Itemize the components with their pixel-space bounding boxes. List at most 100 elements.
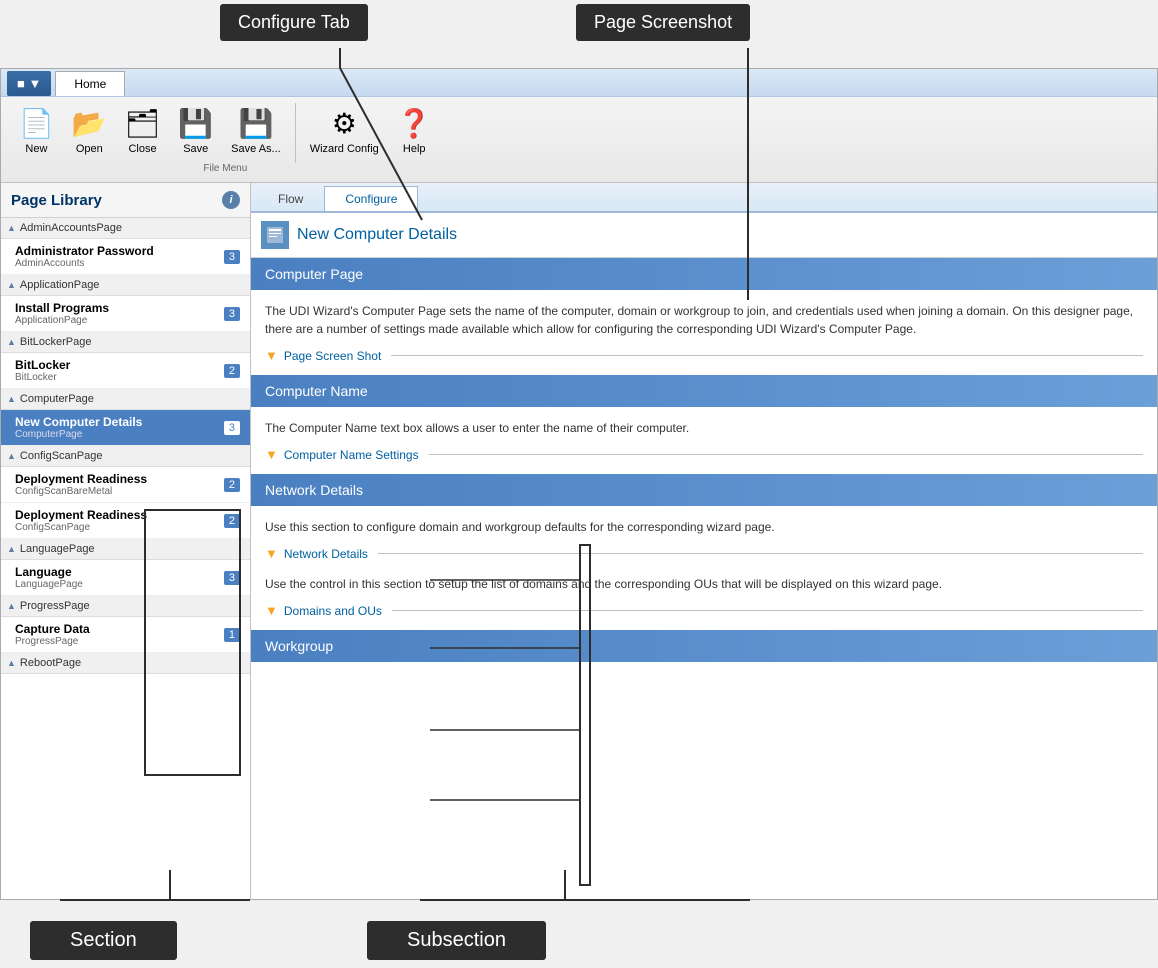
chevron-icon: ▲	[7, 658, 16, 668]
wizard-config-icon: ⚙	[332, 107, 357, 140]
subsection-line	[378, 553, 1143, 554]
group-name: ConfigScanPage	[20, 450, 103, 462]
sidebar-item-capturedata[interactable]: Capture Data ProgressPage 1	[1, 617, 250, 653]
group-name: ProgressPage	[20, 600, 90, 612]
item-badge: 2	[224, 364, 240, 378]
chevron-icon: ▲	[7, 394, 16, 404]
help-button[interactable]: ❓ Help	[389, 103, 440, 163]
sidebar-item-adminpassword[interactable]: Administrator Password AdminAccounts 3	[1, 239, 250, 275]
open-button[interactable]: 📂 Open	[64, 103, 115, 163]
save-as-button[interactable]: 💾 Save As...	[223, 103, 289, 163]
close-label: Close	[128, 143, 156, 155]
close-icon: 🗂	[125, 107, 161, 140]
sidebar-group-applicationpage[interactable]: ▲ ApplicationPage	[1, 275, 250, 296]
chevron-icon: ▲	[7, 223, 16, 233]
page-screenshot-annotation: Page Screenshot	[576, 4, 750, 41]
ribbon-menu-button[interactable]: ■ ▼	[7, 71, 51, 96]
item-name: Language	[15, 565, 83, 579]
chevron-down-icon: ▼	[265, 546, 278, 561]
computer-name-text: The Computer Name text box allows a user…	[265, 419, 1143, 437]
item-badge: 3	[224, 250, 240, 264]
computer-page-text: The UDI Wizard's Computer Page sets the …	[265, 302, 1143, 338]
ribbon: ■ ▼ Home 📄 New 📂 Open 🗂	[1, 69, 1157, 183]
subsection-computer-name-settings[interactable]: ▼ Computer Name Settings	[265, 447, 1143, 462]
section-computer-name-header: Computer Name	[251, 375, 1157, 407]
content-panel: Flow Configure New Computer Details	[251, 183, 1157, 899]
sidebar-item-deploymentreadiness1[interactable]: Deployment Readiness ConfigScanBareMetal…	[1, 467, 250, 503]
ribbon-file-group: 📄 New 📂 Open 🗂 Close 💾 Save	[11, 103, 440, 176]
sidebar-item-language[interactable]: Language LanguagePage 3	[1, 560, 250, 596]
sidebar-scroll[interactable]: ▲ AdminAccountsPage Administrator Passwo…	[1, 218, 250, 899]
sidebar-group-languagepage[interactable]: ▲ LanguagePage	[1, 539, 250, 560]
content-tabs: Flow Configure	[251, 183, 1157, 213]
sidebar-group-progresspage[interactable]: ▲ ProgressPage	[1, 596, 250, 617]
sidebar-item-installprograms[interactable]: Install Programs ApplicationPage 3	[1, 296, 250, 332]
info-button[interactable]: i	[222, 191, 240, 209]
item-content: Language LanguagePage	[15, 565, 83, 590]
sidebar-group-bitlockerpage[interactable]: ▲ BitLockerPage	[1, 332, 250, 353]
chevron-icon: ▲	[7, 544, 16, 554]
network-details-text: Use this section to configure domain and…	[265, 518, 1143, 536]
section-computer-page-body: The UDI Wizard's Computer Page sets the …	[251, 290, 1157, 375]
chevron-icon: ▲	[7, 451, 16, 461]
group-name: BitLockerPage	[20, 336, 92, 348]
page-title: New Computer Details	[297, 226, 457, 244]
group-name: AdminAccountsPage	[20, 222, 122, 234]
tab-flow[interactable]: Flow	[257, 186, 324, 211]
item-sub: LanguagePage	[15, 579, 83, 590]
content-body[interactable]: New Computer Details Computer Page The U…	[251, 213, 1157, 899]
item-name: Deployment Readiness	[15, 508, 147, 522]
item-sub: BitLocker	[15, 372, 70, 383]
subsection-label: Page Screen Shot	[284, 349, 381, 363]
sidebar-group-configscanpage[interactable]: ▲ ConfigScanPage	[1, 446, 250, 467]
subsection-label: Domains and OUs	[284, 604, 382, 618]
item-badge: 3	[224, 421, 240, 435]
ribbon-content: 📄 New 📂 Open 🗂 Close 💾 Save	[1, 97, 1157, 182]
tab-home[interactable]: Home	[55, 71, 125, 96]
subsection-label: Network Details	[284, 547, 368, 561]
item-sub: ApplicationPage	[15, 315, 109, 326]
item-sub: ComputerPage	[15, 429, 142, 440]
sidebar-item-bitlocker[interactable]: BitLocker BitLocker 2	[1, 353, 250, 389]
main-area: Page Library i ▲ AdminAccountsPage Admin…	[1, 183, 1157, 899]
sidebar-item-newcomputerdetails[interactable]: New Computer Details ComputerPage 3	[1, 410, 250, 446]
subsection-network-details[interactable]: ▼ Network Details	[265, 546, 1143, 561]
tab-configure[interactable]: Configure	[324, 186, 418, 211]
new-button[interactable]: 📄 New	[11, 103, 62, 163]
subsection-page-screenshot[interactable]: ▼ Page Screen Shot	[265, 348, 1143, 363]
section-computer-name-body: The Computer Name text box allows a user…	[251, 407, 1157, 474]
save-button[interactable]: 💾 Save	[170, 103, 221, 163]
item-badge: 2	[224, 478, 240, 492]
app-container: ■ ▼ Home 📄 New 📂 Open 🗂	[0, 68, 1158, 900]
subsection-domains-ous[interactable]: ▼ Domains and OUs	[265, 603, 1143, 618]
item-content: Install Programs ApplicationPage	[15, 301, 109, 326]
help-icon: ❓	[397, 107, 432, 140]
group-name: RebootPage	[20, 657, 81, 669]
sidebar-group-adminaccountspage[interactable]: ▲ AdminAccountsPage	[1, 218, 250, 239]
save-as-label: Save As...	[231, 143, 281, 155]
sidebar-item-deploymentreadiness2[interactable]: Deployment Readiness ConfigScanPage 2	[1, 503, 250, 539]
item-content: New Computer Details ComputerPage	[15, 415, 142, 440]
open-icon: 📂	[72, 107, 107, 140]
sidebar-header: Page Library i	[1, 183, 250, 218]
subsection-line	[429, 454, 1143, 455]
item-content: BitLocker BitLocker	[15, 358, 70, 383]
open-label: Open	[76, 143, 103, 155]
wizard-config-button[interactable]: ⚙ Wizard Config	[302, 103, 387, 163]
ribbon-tab-bar: ■ ▼ Home	[1, 69, 1157, 97]
page-header: New Computer Details	[251, 213, 1157, 258]
close-button[interactable]: 🗂 Close	[117, 103, 169, 163]
item-badge: 3	[224, 307, 240, 321]
section-workgroup-header: Workgroup	[251, 630, 1157, 662]
save-label: Save	[183, 143, 208, 155]
item-content: Administrator Password AdminAccounts	[15, 244, 154, 269]
item-name: BitLocker	[15, 358, 70, 372]
sidebar-group-computerpage[interactable]: ▲ ComputerPage	[1, 389, 250, 410]
chevron-icon: ▲	[7, 280, 16, 290]
item-content: Deployment Readiness ConfigScanBareMetal	[15, 472, 147, 497]
subsection-line	[392, 610, 1143, 611]
section-network-details-header: Network Details	[251, 474, 1157, 506]
subsection-label: Computer Name Settings	[284, 448, 419, 462]
item-name: Install Programs	[15, 301, 109, 315]
sidebar-group-rebootpage[interactable]: ▲ RebootPage	[1, 653, 250, 674]
